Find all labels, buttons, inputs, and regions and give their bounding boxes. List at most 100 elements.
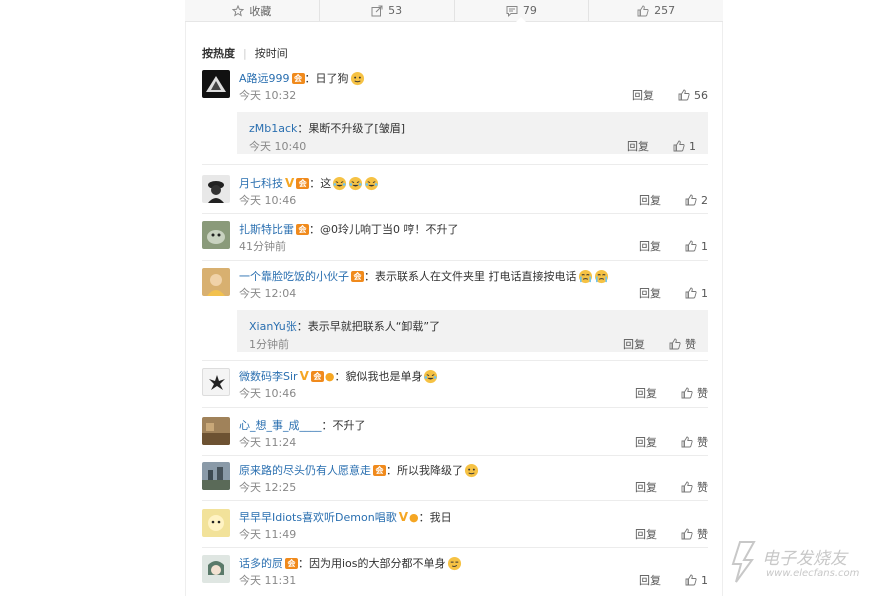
comment-line: A路远999 会 ：日了狗 — [239, 70, 365, 86]
comment-actions: 回复 赞 — [635, 526, 708, 542]
comment-like-button[interactable]: 56 — [678, 89, 708, 102]
reply-button[interactable]: 回复 — [639, 572, 661, 588]
sort-by-hot-tab[interactable]: 按热度 — [202, 45, 235, 61]
reply-like-button[interactable]: 1 — [673, 140, 696, 153]
vip-badge-icon: 会 — [296, 177, 310, 189]
reply-actions: 回复 1 — [627, 138, 696, 154]
thumbs-up-icon — [681, 481, 693, 493]
laugh-cry-emoji-icon — [349, 176, 363, 190]
thumbs-up-icon — [681, 436, 693, 448]
comment-item: 微数码李Sir V 会 ● ：貌似我也是单身 今天 10:46 回复 赞 — [202, 368, 708, 402]
username-link[interactable]: 月七科技 — [239, 175, 283, 191]
username-link[interactable]: 心_想_事_成____ — [239, 417, 322, 433]
reply-button[interactable]: 回复 — [639, 238, 661, 254]
comment-icon — [506, 5, 518, 17]
username-link[interactable]: XianYu张 — [249, 320, 297, 333]
sort-by-time-tab[interactable]: 按时间 — [255, 45, 288, 61]
reply-button[interactable]: 回复 — [639, 285, 661, 301]
comment-like-button[interactable]: 1 — [685, 574, 708, 587]
favorite-button[interactable]: 收藏 — [185, 0, 320, 21]
reply-button[interactable]: 回复 — [623, 336, 645, 352]
vip-badge-icon: 会 — [291, 72, 305, 84]
username-link[interactable]: 扎斯特比雷 — [239, 221, 294, 237]
username-link[interactable]: 话多的屃 — [239, 555, 283, 571]
laugh-cry-emoji-icon — [333, 176, 347, 190]
username-link[interactable]: zMb1ack — [249, 122, 297, 135]
reply-button[interactable]: 回复 — [635, 434, 657, 450]
reply-text: ：表示早就把联系人“卸载”了 — [296, 320, 441, 333]
reply-button[interactable]: 回复 — [632, 87, 654, 103]
verified-badge-icon: V — [285, 176, 295, 190]
thumbs-up-icon — [673, 140, 685, 152]
avatar[interactable] — [202, 368, 230, 396]
comment-time: 今天 11:24 — [239, 436, 297, 449]
username-link[interactable]: A路远999 — [239, 70, 290, 86]
comment-line: 扎斯特比雷 会 ：@0玲儿响丁当0 哼！不升了 — [239, 221, 459, 237]
reply-button[interactable]: 回复 — [627, 138, 649, 154]
like-count: 1 — [701, 573, 708, 587]
thumbs-up-icon — [685, 194, 697, 206]
comment-like-button[interactable]: 赞 — [681, 479, 708, 495]
reply-button[interactable]: 回复 — [635, 479, 657, 495]
like-button[interactable]: 257 — [589, 0, 723, 21]
verified-badge-icon: V — [299, 369, 309, 383]
thumbs-up-icon — [681, 387, 693, 399]
comment-text: ：表示联系人在文件夹里 打电话直接按电话 — [364, 270, 577, 283]
comment-text: ：日了狗 — [304, 72, 349, 85]
vip-badge-icon: 会 — [285, 557, 298, 569]
comment-actions: 回复 56 — [632, 87, 708, 103]
username-link[interactable]: 微数码李Sir — [239, 368, 298, 384]
username-link[interactable]: 原来路的尽头仍有人愿意走 — [239, 462, 371, 478]
thumbs-up-icon — [637, 5, 649, 16]
comment-like-button[interactable]: 赞 — [681, 385, 708, 401]
divider — [202, 213, 708, 214]
crying-emoji-icon — [594, 269, 608, 283]
star-icon — [232, 4, 245, 17]
comment-line: 原来路的尽头仍有人愿意走 会 ：所以我降级了 — [239, 462, 479, 478]
reply-button[interactable]: 回复 — [635, 526, 657, 542]
like-count: 1 — [701, 286, 708, 300]
verified-badge-icon: V — [398, 510, 409, 524]
share-button[interactable]: 53 — [320, 0, 455, 21]
like-count: 1 — [701, 239, 708, 253]
vip-badge-icon: 会 — [351, 270, 364, 282]
laugh-cry-emoji-icon — [424, 369, 438, 383]
like-count: 257 — [654, 4, 676, 17]
laugh-cry-emoji-icon — [365, 176, 379, 190]
reply-actions: 回复 赞 — [623, 336, 696, 352]
reply-button[interactable]: 回复 — [635, 385, 657, 401]
comment-item: 早早早Idiots喜欢听Demon唱歌 V ● ：我日 今天 11:49 回复 … — [202, 509, 708, 543]
username-link[interactable]: 早早早Idiots喜欢听Demon唱歌 — [239, 509, 397, 525]
username-link[interactable]: 一个靠脸吃饭的小伙子 — [239, 268, 349, 284]
avatar[interactable] — [202, 70, 230, 98]
avatar[interactable] — [202, 555, 230, 583]
comment-button[interactable]: 79 — [455, 0, 590, 22]
avatar[interactable] — [202, 175, 230, 203]
watermark-cn: 电子发烧友 — [762, 549, 847, 569]
avatar[interactable] — [202, 268, 230, 296]
avatar[interactable] — [202, 417, 230, 445]
reply-like-button[interactable]: 赞 — [669, 336, 696, 352]
like-count: 赞 — [685, 338, 696, 351]
comment-line: 一个靠脸吃饭的小伙子 会 ：表示联系人在文件夹里 打电话直接按电话 — [239, 268, 609, 284]
reply-time: 今天 10:40 — [249, 140, 307, 153]
avatar[interactable] — [202, 509, 230, 537]
smirk-emoji-icon — [447, 556, 461, 570]
comment-like-button[interactable]: 赞 — [681, 526, 708, 542]
comment-like-button[interactable]: 1 — [685, 287, 708, 300]
comment-like-button[interactable]: 2 — [685, 194, 708, 207]
divider — [202, 547, 708, 548]
comment-text: ：这 — [309, 177, 332, 190]
reply-button[interactable]: 回复 — [639, 192, 661, 208]
avatar[interactable] — [202, 462, 230, 490]
reply-line: zMb1ack：果断不升级了[皱眉] — [249, 120, 405, 136]
comment-item: 扎斯特比雷 会 ：@0玲儿响丁当0 哼！不升了 41分钟前 回复 1 — [202, 221, 708, 255]
thumbs-up-icon — [685, 287, 697, 299]
lightbulb-badge-icon: ● — [324, 369, 335, 383]
divider — [202, 455, 708, 456]
avatar[interactable] — [202, 221, 230, 249]
like-label: 赞 — [697, 528, 708, 541]
comment-item: 心_想_事_成____ ：不升了 今天 11:24 回复 赞 — [202, 417, 708, 451]
comment-like-button[interactable]: 赞 — [681, 434, 708, 450]
comment-like-button[interactable]: 1 — [685, 240, 708, 253]
